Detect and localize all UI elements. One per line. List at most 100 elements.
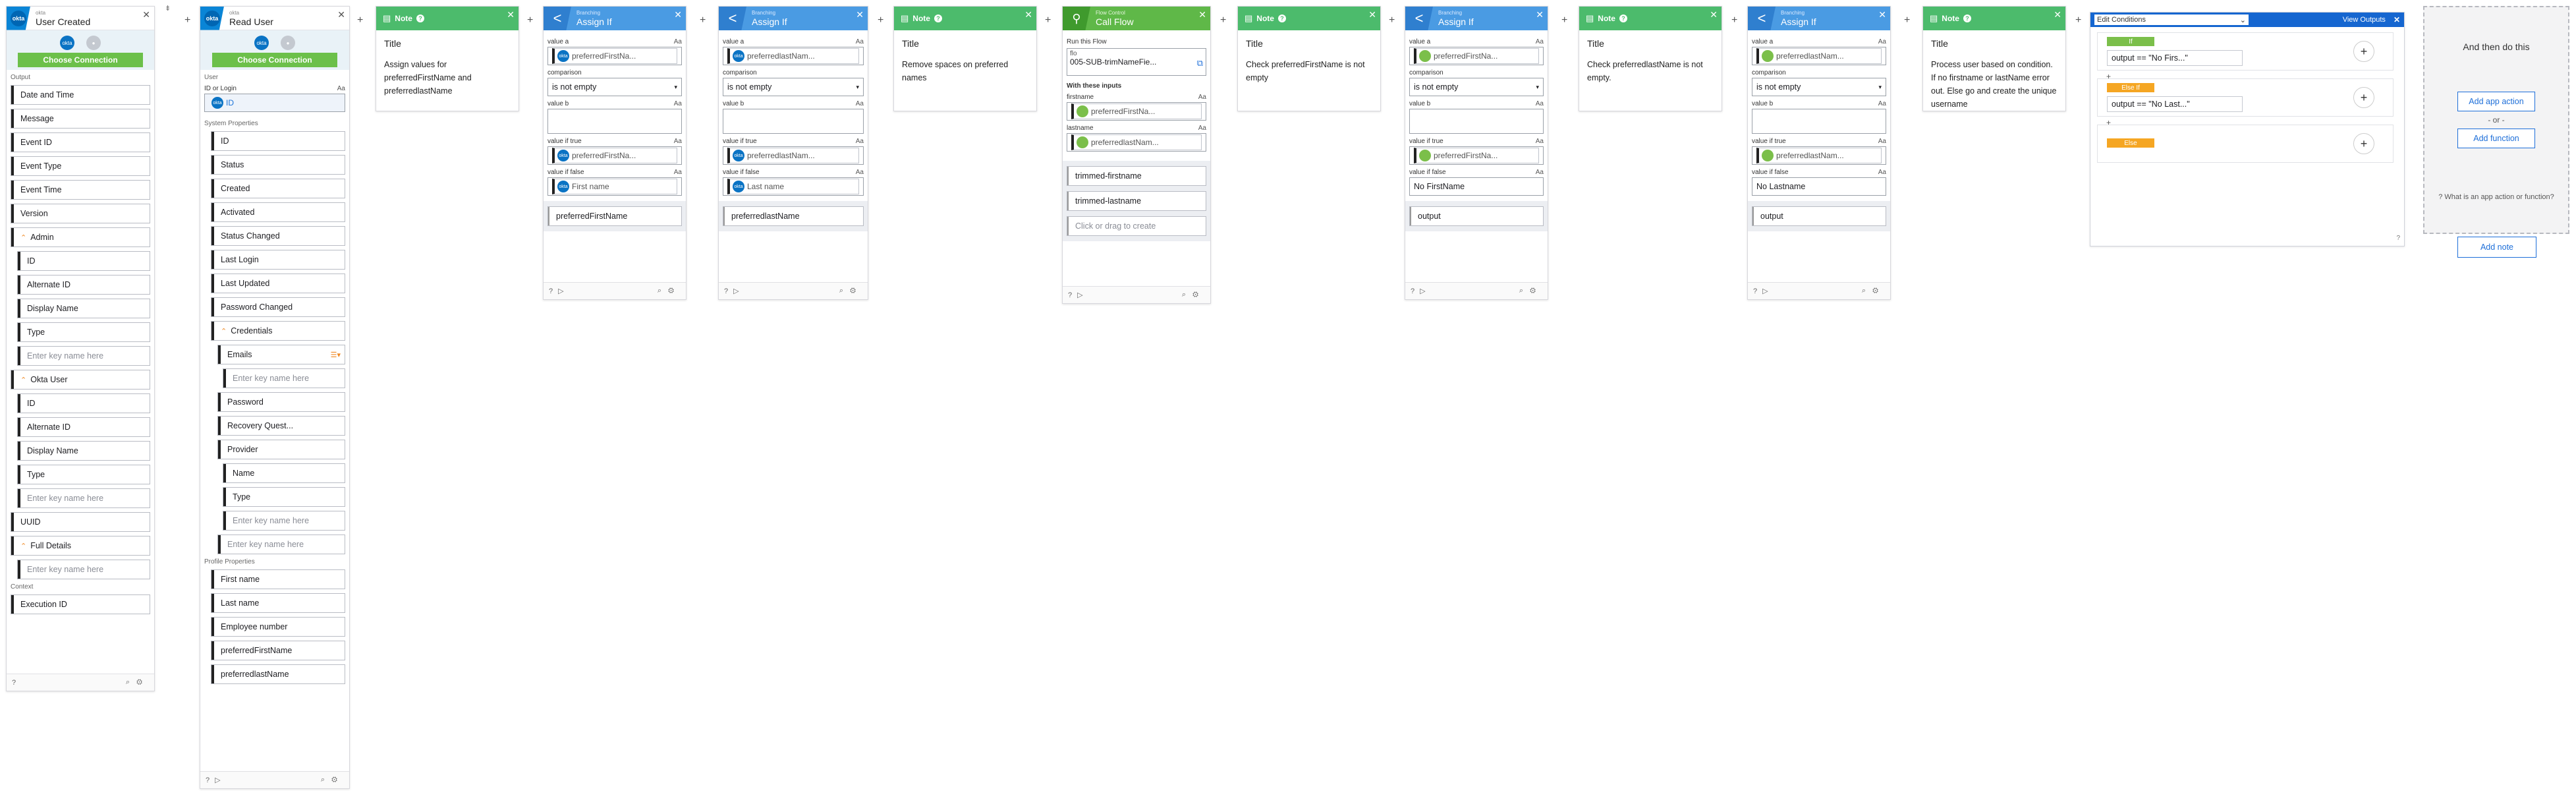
add-step-icon[interactable]: + [700, 14, 706, 26]
add-step-icon[interactable]: + [878, 14, 883, 26]
sys-field[interactable]: Created [211, 179, 345, 198]
play-icon[interactable]: ▷ [1420, 287, 1425, 295]
full-details-group[interactable]: ⌃ Full Details [11, 536, 150, 556]
value-b-input[interactable] [723, 109, 864, 134]
value-if-true-input[interactable]: preferredFirstNa... [1409, 146, 1544, 165]
credentials-group[interactable]: ⌃ Credentials [211, 321, 345, 341]
close-icon[interactable]: ✕ [1536, 9, 1544, 20]
profile-field[interactable]: Employee number [211, 617, 345, 637]
sys-field[interactable]: Activated [211, 202, 345, 222]
value-if-true-input[interactable]: preferredlastNam... [1752, 146, 1886, 165]
close-icon[interactable]: ✕ [856, 9, 864, 20]
value-if-false-input[interactable]: No FirstName [1409, 177, 1544, 196]
execution-id-field[interactable]: Execution ID [11, 594, 150, 614]
cred-field[interactable]: Password [217, 392, 345, 412]
add-step-icon[interactable]: + [1045, 14, 1051, 26]
type-dropdown[interactable]: Aa [1536, 100, 1544, 107]
search-icon[interactable]: ⌕ [1862, 287, 1872, 295]
type-dropdown[interactable]: Aa [1198, 94, 1206, 101]
search-icon[interactable]: ⌕ [658, 287, 668, 295]
key-name-input[interactable]: Enter key name here [17, 488, 150, 508]
key-name-input[interactable]: Enter key name here [223, 511, 345, 531]
play-icon[interactable]: ▷ [1077, 291, 1082, 299]
type-dropdown[interactable]: Aa [1878, 38, 1886, 45]
note-text[interactable]: Process user based on condition. If no f… [1931, 58, 2058, 111]
admin-field[interactable]: Type [17, 322, 150, 342]
play-icon[interactable]: ▷ [733, 287, 739, 295]
type-dropdown[interactable]: Aa [674, 100, 682, 107]
okta-user-field[interactable]: Alternate ID [17, 417, 150, 437]
add-step-icon[interactable]: + [1904, 14, 1910, 26]
type-dropdown[interactable]: Aa [1878, 138, 1886, 145]
cred-field[interactable]: Provider [217, 440, 345, 459]
gear-icon[interactable]: ⚙ [1192, 291, 1205, 299]
output-field[interactable]: trimmed-lastname [1067, 191, 1206, 211]
add-step-icon[interactable]: + [527, 14, 533, 26]
add-action-button[interactable]: + [2353, 133, 2374, 154]
note-text[interactable]: Remove spaces on preferred names [902, 58, 1028, 84]
value-a-input[interactable]: okta preferredFirstNa... [547, 47, 682, 65]
type-dropdown[interactable]: Aa [1536, 38, 1544, 45]
help-icon[interactable]: ? [1068, 291, 1072, 299]
note-title[interactable]: Title [1246, 38, 1372, 49]
output-field[interactable]: output [1752, 206, 1886, 226]
close-icon[interactable]: ✕ [2054, 9, 2061, 20]
okta-user-field[interactable]: Type [17, 465, 150, 484]
choose-connection-button[interactable]: Choose Connection [212, 53, 337, 67]
value-if-false-input[interactable]: okta First name [547, 177, 682, 196]
play-icon[interactable]: ▷ [558, 287, 563, 295]
output-field[interactable]: output [1409, 206, 1544, 226]
close-icon[interactable]: ✕ [1024, 9, 1032, 20]
help-icon[interactable]: ? [416, 14, 424, 22]
output-field[interactable]: Event Time [11, 180, 150, 200]
add-step-icon[interactable]: + [1561, 14, 1567, 26]
comparison-select[interactable]: is not empty ▾ [547, 78, 682, 96]
note-title[interactable]: Title [1587, 38, 1714, 49]
add-action-button[interactable]: + [2353, 87, 2374, 108]
type-dropdown[interactable]: Aa [856, 38, 864, 45]
value-a-input[interactable]: okta preferredlastNam... [723, 47, 864, 65]
type-dropdown[interactable]: Aa [1536, 138, 1544, 145]
type-dropdown[interactable]: Aa [1878, 100, 1886, 107]
close-icon[interactable]: ✕ [1368, 9, 1376, 20]
close-icon[interactable]: ✕ [507, 9, 515, 20]
key-name-input[interactable]: Enter key name here [223, 368, 345, 388]
add-step-icon[interactable]: + [184, 14, 190, 26]
note-text[interactable]: Check preferredFirstName is not empty [1246, 58, 1372, 84]
play-icon[interactable]: ▷ [1762, 287, 1768, 295]
close-icon[interactable]: ✕ [142, 9, 150, 20]
value-if-false-input[interactable]: okta Last name [723, 177, 864, 196]
type-dropdown[interactable]: Aa [1878, 169, 1886, 176]
help-icon[interactable]: ? [1963, 14, 1971, 22]
uuid-field[interactable]: UUID [11, 512, 150, 532]
value-a-input[interactable]: preferredlastNam... [1752, 47, 1886, 65]
gear-icon[interactable]: ⚙ [331, 776, 344, 784]
output-field[interactable]: Message [11, 109, 150, 129]
sys-field[interactable]: Status [211, 155, 345, 175]
chevron-up-icon[interactable]: ⌃ [20, 542, 26, 550]
help-icon[interactable]: ? [724, 287, 728, 295]
type-dropdown[interactable]: Aa [856, 138, 864, 145]
add-step-icon[interactable]: + [1220, 14, 1226, 26]
help-icon[interactable]: ? [1619, 14, 1627, 22]
note-title[interactable]: Title [384, 38, 511, 49]
choose-connection-button[interactable]: Choose Connection [18, 53, 143, 67]
type-dropdown[interactable]: Aa [856, 169, 864, 176]
sys-field[interactable]: Password Changed [211, 297, 345, 317]
add-step-icon[interactable]: + [357, 14, 363, 26]
gear-icon[interactable]: ⚙ [668, 287, 681, 295]
search-icon[interactable]: ⌕ [1182, 291, 1192, 299]
list-icon[interactable]: ☰▾ [331, 351, 341, 359]
collapse-icon[interactable]: ⇟ [165, 4, 171, 13]
emails-field[interactable]: Emails ☰▾ [217, 345, 345, 364]
create-output-field[interactable]: Click or drag to create [1067, 216, 1206, 236]
help-icon[interactable]: ? [1753, 287, 1757, 295]
type-dropdown[interactable]: Aa [1198, 125, 1206, 132]
admin-field[interactable]: ID [17, 251, 150, 271]
value-b-input[interactable] [1409, 109, 1544, 134]
help-icon[interactable]: ? [934, 14, 942, 22]
type-dropdown[interactable]: Aa [856, 100, 864, 107]
sys-field[interactable]: Status Changed [211, 226, 345, 246]
add-action-button[interactable]: + [2353, 41, 2374, 62]
gear-icon[interactable]: ⚙ [1530, 287, 1542, 295]
